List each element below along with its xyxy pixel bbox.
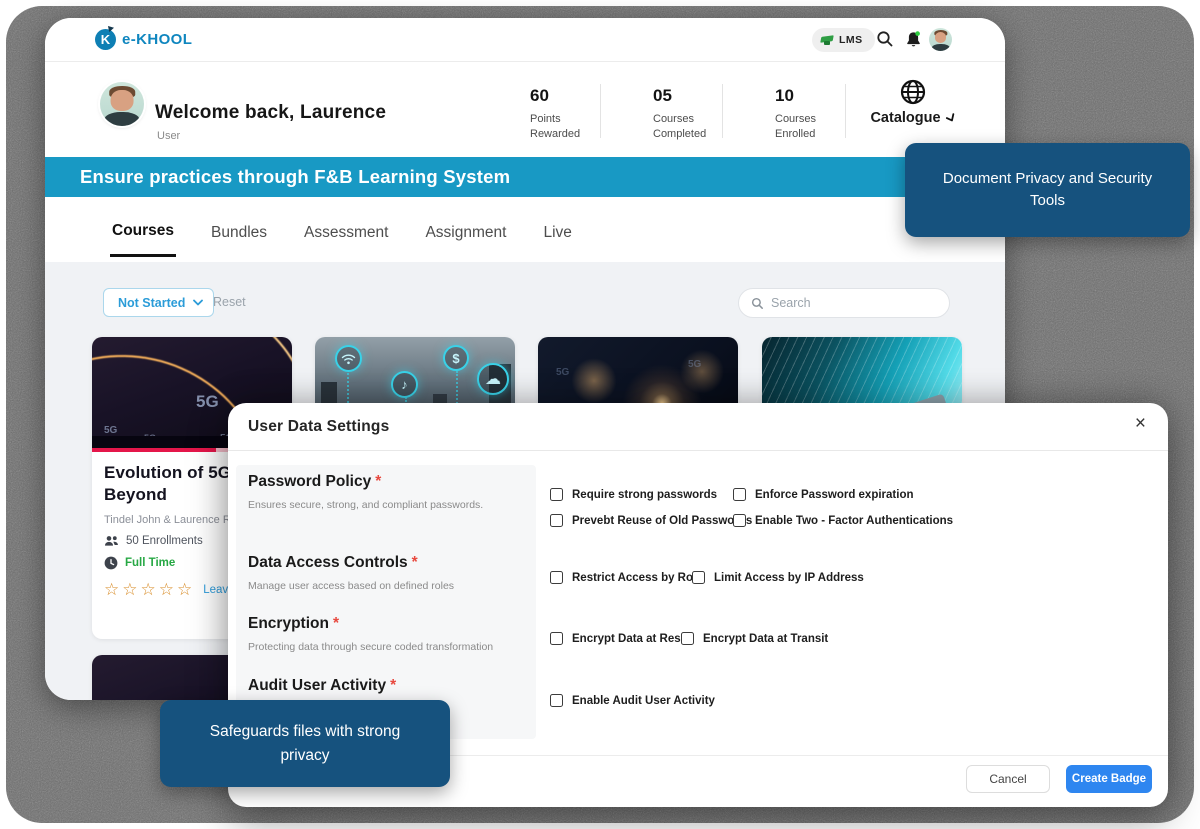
checkbox-two-factor[interactable]: Enable Two - Factor Authentications: [733, 514, 953, 527]
user-avatar-small[interactable]: [929, 28, 952, 51]
create-badge-button[interactable]: Create Badge: [1066, 765, 1152, 793]
checkbox-prevent-reuse[interactable]: Prevebt Reuse of Old Passwords: [550, 514, 752, 527]
promo-banner: Ensure practices through F&B Learning Sy…: [45, 157, 1005, 197]
dollar-icon: $: [443, 345, 469, 371]
arrow-down-right-icon: [945, 113, 956, 124]
checkbox-icon[interactable]: [550, 571, 563, 584]
tab-bundles[interactable]: Bundles: [209, 204, 269, 256]
section-title-audit: Audit User Activity*: [248, 677, 396, 695]
stat-divider: [722, 84, 723, 138]
section-title-data-access: Data Access Controls*: [248, 554, 418, 572]
lms-badge[interactable]: LMS: [812, 28, 875, 52]
stat-label: Courses Completed: [653, 112, 725, 143]
section-desc-password-policy: Ensures secure, strong, and compliant pa…: [248, 499, 483, 511]
screenshot-stage: K e-KHOOL LMS Welcome back, Laurence Use…: [0, 0, 1200, 829]
globe-icon: [899, 78, 927, 106]
section-title-encryption: Encryption*: [248, 615, 339, 633]
search-input[interactable]: [771, 296, 921, 310]
checkbox-limit-access-ip[interactable]: Limit Access by IP Address: [692, 571, 864, 584]
logo-text: e-KHOOL: [122, 31, 192, 48]
welcome-role: User: [157, 130, 180, 142]
banner-text: Ensure practices through F&B Learning Sy…: [80, 166, 510, 188]
welcome-title: Welcome back, Laurence: [155, 102, 386, 124]
checkbox-icon[interactable]: [550, 632, 563, 645]
section-desc-data-access: Manage user access based on defined role…: [248, 580, 454, 592]
modal-title: User Data Settings: [248, 418, 389, 436]
checkbox-icon[interactable]: [681, 632, 694, 645]
checkbox-icon[interactable]: [550, 514, 563, 527]
clock-icon: [104, 556, 118, 570]
required-asterisk: *: [390, 677, 396, 694]
modal-header: User Data Settings ×: [228, 403, 1168, 451]
tooltip-document-privacy: Document Privacy and Security Tools: [905, 143, 1190, 237]
section-title-password-policy: Password Policy*: [248, 473, 381, 491]
reset-filters-button[interactable]: Reset: [213, 295, 246, 309]
tab-courses[interactable]: Courses: [110, 202, 176, 257]
star-rating[interactable]: ☆☆☆☆☆: [104, 580, 195, 600]
tooltip-safeguards-files: Safeguards files with strong privacy: [160, 700, 450, 787]
stat-points-rewarded: 60 Points Rewarded: [530, 86, 620, 143]
stat-divider: [600, 84, 601, 138]
logo-icon: K: [95, 29, 116, 50]
stat-label: Points Rewarded: [530, 112, 602, 143]
required-asterisk: *: [333, 615, 339, 632]
stat-value: 60: [530, 86, 620, 106]
stat-label: Courses Enrolled: [775, 112, 847, 143]
chevron-down-icon: [193, 299, 203, 306]
search-icon: [751, 297, 764, 310]
stat-divider: [845, 84, 846, 138]
lms-badge-label: LMS: [839, 34, 863, 46]
checkbox-encrypt-at-reset[interactable]: Encrypt Data at Reset: [550, 632, 691, 645]
brand-logo[interactable]: K e-KHOOL: [95, 29, 192, 50]
required-asterisk: *: [412, 554, 418, 571]
catalogue-button[interactable]: Catalogue: [863, 78, 963, 127]
checkbox-restrict-access-role[interactable]: Restrict Access by Role: [550, 571, 703, 584]
checkbox-enable-audit[interactable]: Enable Audit User Activity: [550, 694, 715, 707]
cloud-icon: ☁: [477, 363, 509, 395]
section-desc-encryption: Protecting data through secure coded tra…: [248, 641, 493, 653]
checkbox-icon[interactable]: [692, 571, 705, 584]
status-filter-dropdown[interactable]: Not Started: [103, 288, 214, 317]
checkbox-require-strong-passwords[interactable]: Require strong passwords: [550, 488, 717, 501]
checkbox-icon[interactable]: [550, 488, 563, 501]
checkbox-icon[interactable]: [550, 694, 563, 707]
user-avatar-large: [100, 82, 144, 126]
required-asterisk: *: [375, 473, 381, 490]
topbar: K e-KHOOL LMS: [45, 18, 1005, 62]
people-icon: [104, 535, 119, 547]
stat-courses-enrolled: 10 Courses Enrolled: [775, 86, 865, 143]
stat-value: 10: [775, 86, 865, 106]
wifi-icon: [335, 345, 362, 372]
search-icon[interactable]: [876, 30, 896, 50]
catalogue-label: Catalogue: [870, 110, 940, 126]
tabs-bar: Courses Bundles Assessment Assignment Li…: [45, 197, 1005, 262]
cancel-button[interactable]: Cancel: [966, 765, 1050, 793]
stat-courses-completed: 05 Courses Completed: [653, 86, 743, 143]
tab-assignment[interactable]: Assignment: [423, 204, 508, 256]
checkbox-encrypt-at-transit[interactable]: Encrypt Data at Transit: [681, 632, 828, 645]
checkbox-enforce-password-expiration[interactable]: Enforce Password expiration: [733, 488, 914, 501]
tab-assessment[interactable]: Assessment: [302, 204, 390, 256]
stat-value: 05: [653, 86, 743, 106]
status-filter-label: Not Started: [118, 296, 185, 310]
close-icon[interactable]: ×: [1135, 414, 1146, 433]
notification-bell-icon[interactable]: [904, 30, 924, 50]
checkbox-icon[interactable]: [733, 488, 746, 501]
graduation-cap-icon: [821, 34, 833, 46]
music-icon: ♪: [391, 371, 418, 398]
checkbox-icon[interactable]: [733, 514, 746, 527]
tab-live[interactable]: Live: [541, 204, 573, 256]
course-search-box[interactable]: [738, 288, 950, 318]
